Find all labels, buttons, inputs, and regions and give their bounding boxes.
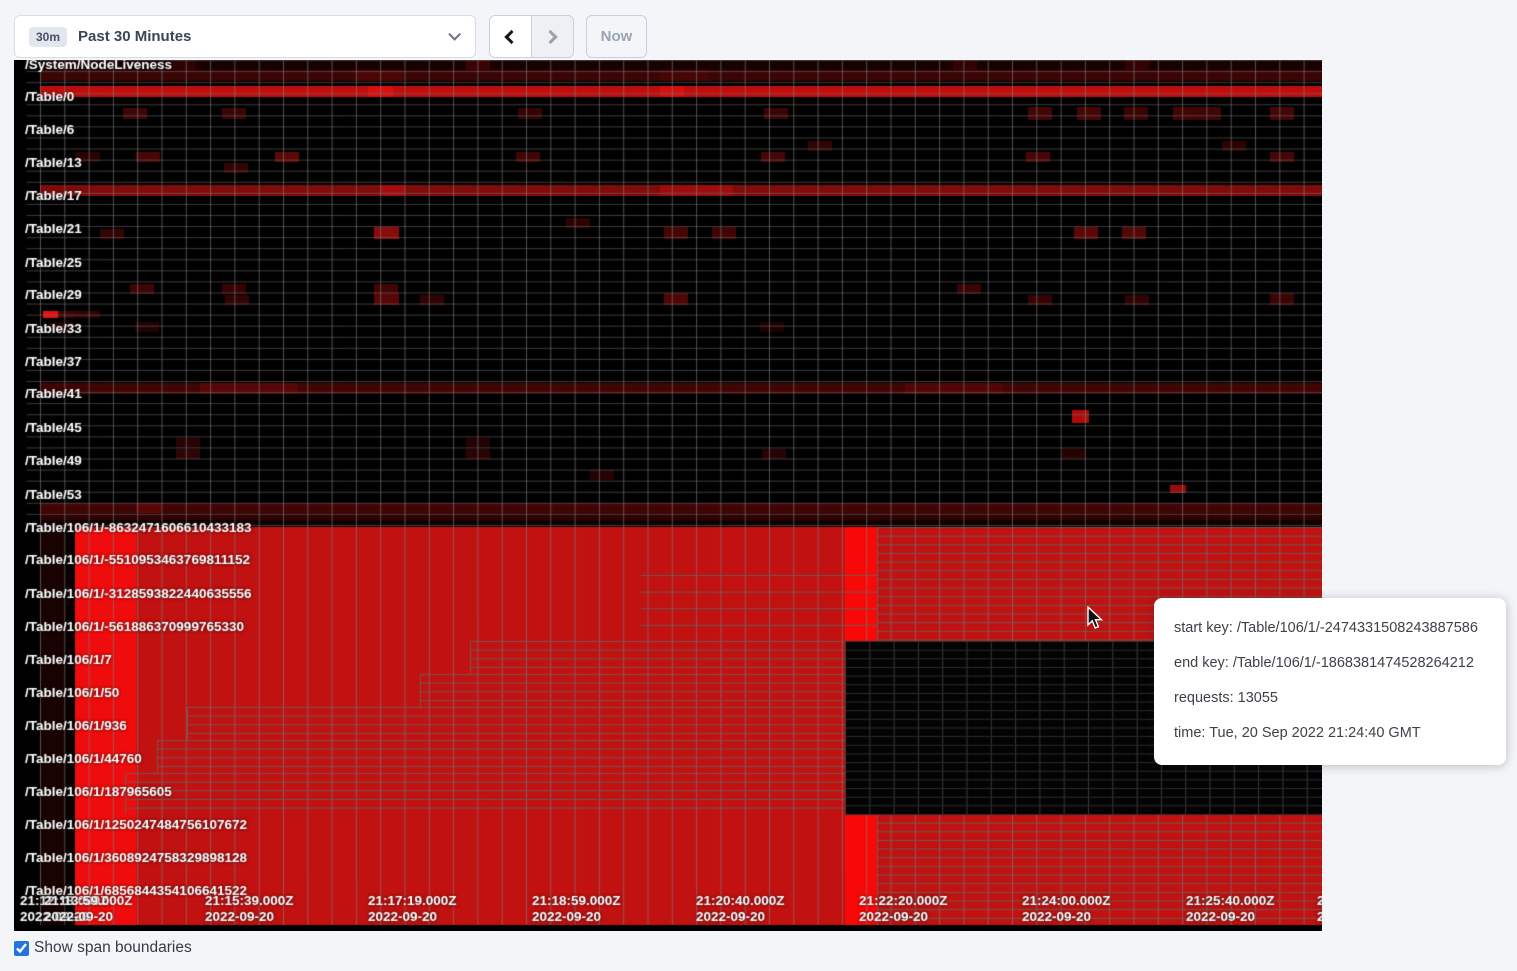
key-visualizer-heatmap[interactable]: [14, 60, 1322, 931]
tooltip-end-key: end key: /Table/106/1/-18683814745282642…: [1174, 655, 1486, 671]
time-window-label: Past 30 Minutes: [78, 28, 448, 45]
chevron-right-icon: [544, 29, 558, 43]
time-nav-group: [489, 15, 574, 58]
time-window-dropdown[interactable]: 30m Past 30 Minutes: [14, 15, 476, 58]
tooltip-time: time: Tue, 20 Sep 2022 21:24:40 GMT: [1174, 725, 1486, 741]
back-button[interactable]: [490, 16, 532, 57]
tooltip-start-key: start key: /Table/106/1/-247433150824388…: [1174, 620, 1486, 636]
chevron-left-icon: [505, 29, 519, 43]
time-window-badge: 30m: [29, 27, 67, 47]
tooltip-requests: requests: 13055: [1174, 690, 1486, 706]
now-button[interactable]: Now: [586, 15, 647, 58]
footer: Show span boundaries: [14, 939, 192, 957]
toolbar: 30m Past 30 Minutes Now: [0, 0, 1517, 60]
forward-button[interactable]: [532, 16, 574, 57]
show-span-boundaries-label: Show span boundaries: [34, 939, 192, 957]
cell-tooltip: start key: /Table/106/1/-247433150824388…: [1154, 598, 1506, 765]
chevron-down-icon: [448, 28, 461, 41]
mouse-cursor-icon: [1084, 606, 1106, 630]
show-span-boundaries-checkbox[interactable]: [14, 941, 29, 956]
